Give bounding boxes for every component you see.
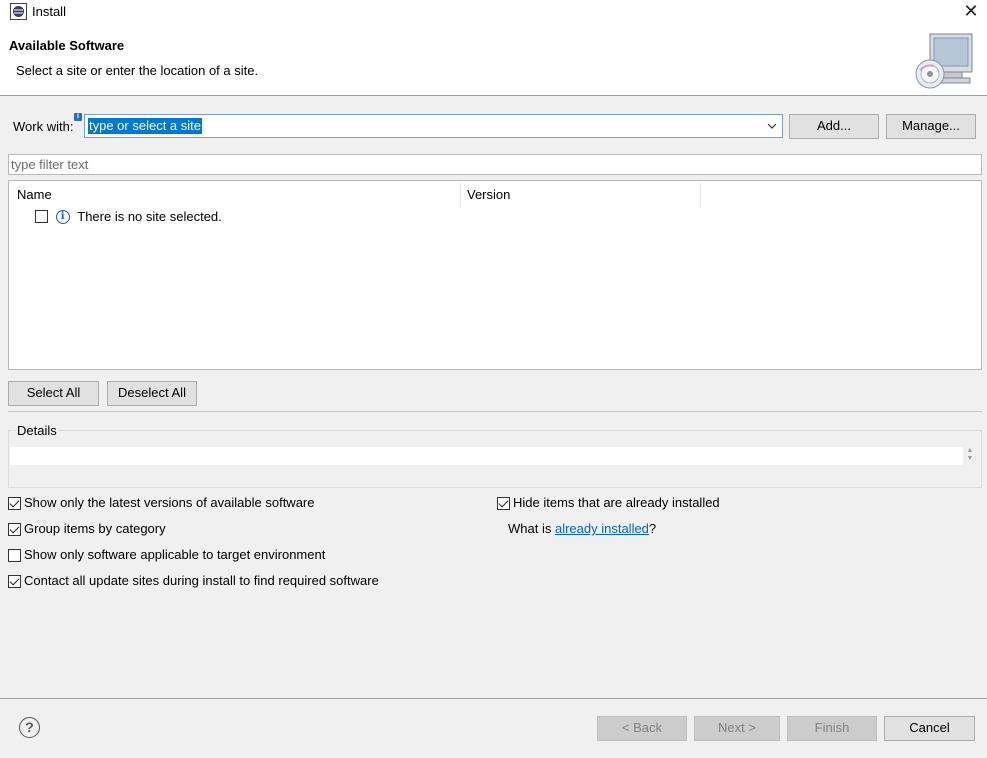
cancel-button[interactable]: Cancel — [884, 716, 975, 741]
monitor-cd-icon — [915, 33, 973, 89]
column-divider — [460, 183, 461, 207]
group-by-category-label: Group items by category — [24, 521, 166, 536]
page-title: Available Software — [9, 38, 125, 53]
latest-versions-label: Show only the latest versions of availab… — [24, 495, 315, 510]
title-bar — [0, 0, 987, 24]
finish-button[interactable]: Finish — [787, 716, 877, 741]
contact-all-sites-checkbox[interactable] — [8, 575, 21, 589]
what-is-suffix: ? — [648, 521, 657, 536]
tree-row[interactable]: i There is no site selected. — [35, 208, 435, 226]
group-by-category-checkbox[interactable] — [8, 523, 21, 537]
filter-placeholder: type filter text — [11, 157, 89, 172]
tree-row-checkbox[interactable] — [35, 210, 48, 224]
option-contact-all-sites[interactable]: Contact all update sites during install … — [8, 572, 379, 590]
applicable-only-label: Show only software applicable to target … — [24, 547, 326, 562]
info-icon: i — [55, 209, 70, 224]
option-hide-installed[interactable]: Hide items that are already installed — [497, 494, 720, 512]
window-title: Install — [32, 4, 66, 19]
footer-divider — [0, 698, 987, 699]
software-tree[interactable]: Name Version i There is no site selected… — [8, 180, 982, 370]
option-latest-versions[interactable]: Show only the latest versions of availab… — [8, 494, 315, 512]
manage-sites-button[interactable]: Manage... — [886, 114, 976, 139]
details-text[interactable] — [10, 447, 963, 465]
details-scrollbar[interactable]: ▲ ▼ — [964, 447, 976, 465]
add-site-button[interactable]: Add... — [789, 114, 879, 139]
column-divider — [700, 183, 701, 207]
wizard-header — [0, 24, 987, 96]
work-with-value: type or select a site — [88, 118, 202, 134]
contact-all-sites-label: Contact all update sites during install … — [24, 573, 379, 588]
hide-installed-label: Hide items that are already installed — [513, 495, 720, 510]
next-button[interactable]: Next > — [694, 716, 780, 741]
option-group-by-category[interactable]: Group items by category — [8, 520, 166, 538]
hide-installed-checkbox[interactable] — [497, 497, 510, 511]
deselect-all-button[interactable]: Deselect All — [107, 381, 197, 406]
help-icon[interactable]: ? — [19, 717, 40, 738]
already-installed-link[interactable]: already installed — [555, 521, 649, 536]
what-is-prefix: What is — [508, 521, 555, 536]
select-all-button[interactable]: Select All — [8, 381, 99, 406]
work-with-label: Work with: — [13, 119, 74, 134]
option-applicable-only[interactable]: Show only software applicable to target … — [8, 546, 325, 564]
applicable-only-checkbox[interactable] — [8, 549, 21, 563]
latest-versions-checkbox[interactable] — [8, 497, 21, 511]
divider — [8, 411, 982, 412]
column-header-version[interactable]: Version — [467, 187, 510, 202]
column-header-name[interactable]: Name — [17, 187, 52, 202]
back-button[interactable]: < Back — [597, 716, 687, 741]
info-decoration-icon: i — [74, 113, 82, 121]
details-label: Details — [16, 423, 58, 438]
what-is-installed-text: What is already installed? — [508, 521, 656, 536]
work-with-combo[interactable]: type or select a site — [84, 114, 783, 138]
tree-row-text: There is no site selected. — [77, 209, 222, 225]
chevron-down-icon[interactable] — [766, 118, 778, 134]
filter-input[interactable]: type filter text — [8, 154, 982, 175]
close-icon[interactable]: ✕ — [956, 0, 986, 24]
page-description: Select a site or enter the location of a… — [16, 63, 259, 78]
eclipse-icon — [10, 3, 27, 20]
